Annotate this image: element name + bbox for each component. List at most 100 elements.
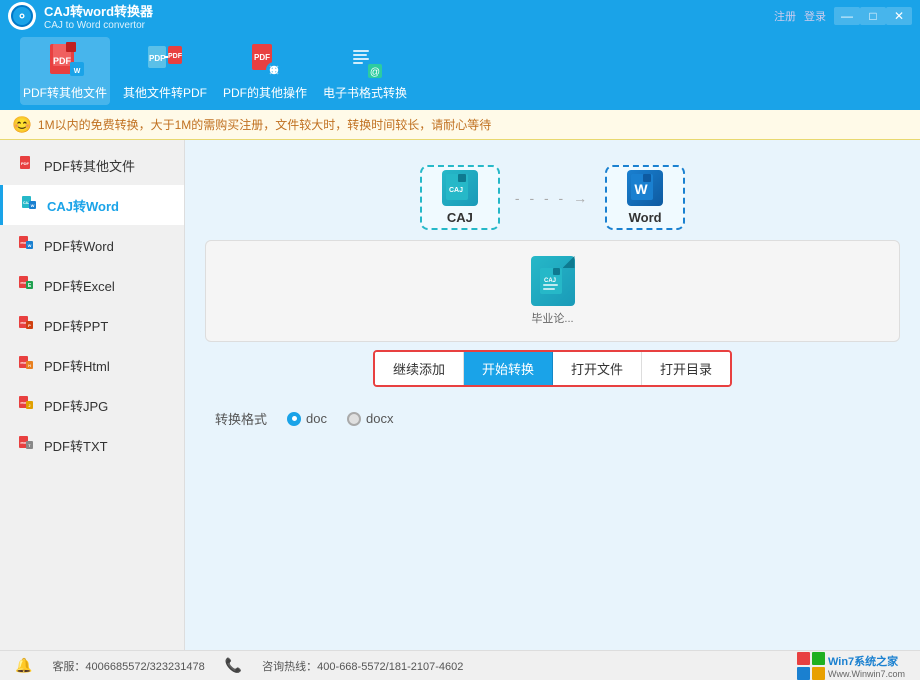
sidebar-icon-pdf-other: PDF bbox=[16, 155, 36, 175]
format-doc-radio[interactable] bbox=[287, 412, 301, 426]
register-link[interactable]: 注册 bbox=[774, 8, 796, 24]
footer-icon-bell: 🔔 bbox=[15, 657, 32, 674]
svg-text:PDF: PDF bbox=[168, 53, 183, 60]
minimize-button[interactable]: — bbox=[834, 7, 860, 25]
svg-text:PDF: PDF bbox=[21, 321, 27, 325]
format-doc-option[interactable]: doc bbox=[287, 411, 327, 426]
toolbar-other-pdf-label: 其他文件转PDF bbox=[123, 84, 207, 101]
footer-hotline: 咨询热线：400-668-5572/181-2107-4602 bbox=[262, 658, 463, 674]
sidebar-label-pdf-ppt: PDF转PPT bbox=[44, 316, 108, 335]
file-drop-area[interactable]: CAJ 毕业论... bbox=[205, 240, 900, 342]
notice-icon: 😊 bbox=[12, 115, 32, 135]
svg-text:W: W bbox=[74, 68, 81, 75]
toolbar-ebook[interactable]: @ @ 电子书格式转换 bbox=[320, 37, 410, 105]
sidebar-item-pdf-excel[interactable]: PDFE PDF转Excel bbox=[0, 265, 184, 305]
svg-text:W: W bbox=[28, 243, 32, 248]
format-select-row: 转换格式 doc docx bbox=[215, 409, 900, 428]
main-area: PDF PDF转其他文件 CAJW CAJ转Word PDFW PDF转Word… bbox=[0, 140, 920, 650]
open-file-button[interactable]: 打开文件 bbox=[553, 352, 642, 385]
file-name-label: 毕业论... bbox=[531, 310, 573, 326]
target-label: Word bbox=[629, 210, 662, 225]
open-dir-button[interactable]: 打开目录 bbox=[642, 352, 730, 385]
sidebar-icon-caj-word: CAJW bbox=[19, 195, 39, 215]
sidebar-item-pdf-word[interactable]: PDFW PDF转Word bbox=[0, 225, 184, 265]
sidebar-icon-pdf-ppt: PDFP bbox=[16, 315, 36, 335]
footer-icon-phone: 📞 bbox=[225, 657, 242, 674]
sidebar-label-pdf-word: PDF转Word bbox=[44, 236, 114, 255]
source-format-box: CAJ CAJ bbox=[420, 165, 500, 230]
conversion-diagram: CAJ CAJ - - - - → W Word bbox=[205, 165, 900, 230]
sidebar-icon-pdf-excel: PDFE bbox=[16, 275, 36, 295]
sidebar-label-pdf-jpg: PDF转JPG bbox=[44, 396, 108, 415]
sidebar-label-caj-word: CAJ转Word bbox=[47, 196, 119, 215]
sidebar-item-pdf-html[interactable]: PDFH PDF转Html bbox=[0, 345, 184, 385]
content-panel: CAJ CAJ - - - - → W Word bbox=[185, 140, 920, 650]
maximize-button[interactable]: □ bbox=[860, 7, 886, 25]
titlebar: CAJ转word转换器 CAJ to Word convertor 注册 登录 … bbox=[0, 0, 920, 32]
sidebar-item-pdf-other[interactable]: PDF PDF转其他文件 bbox=[0, 145, 184, 185]
footer-bar: 🔔 客服：4006685572/323231478 📞 咨询热线：400-668… bbox=[0, 650, 920, 680]
svg-text:J: J bbox=[29, 404, 31, 408]
file-icon: CAJ bbox=[531, 256, 575, 306]
file-fold bbox=[563, 256, 575, 268]
app-title-block: CAJ转word转换器 CAJ to Word convertor bbox=[44, 1, 774, 31]
logo-inner bbox=[11, 5, 33, 27]
target-format-box: W Word bbox=[605, 165, 685, 230]
sidebar-item-caj-word[interactable]: CAJW CAJ转Word bbox=[0, 185, 184, 225]
svg-text:CAJ: CAJ bbox=[543, 278, 555, 284]
toolbar-ebook-label: 电子书格式转换 bbox=[323, 84, 407, 101]
brand-name: Win7系统之家 bbox=[828, 653, 905, 669]
app-subname: CAJ to Word convertor bbox=[44, 20, 774, 31]
app-name: CAJ转word转换器 bbox=[44, 1, 774, 20]
format-docx-label: docx bbox=[366, 411, 393, 426]
start-convert-button[interactable]: 开始转换 bbox=[464, 352, 553, 385]
main-toolbar: PDF W PDF转其他文件 PDF PDF 其他文件转PDF PDF bbox=[0, 32, 920, 110]
login-link[interactable]: 登录 bbox=[804, 8, 826, 24]
svg-text:P: P bbox=[28, 323, 31, 328]
svg-text:PDF: PDF bbox=[21, 401, 27, 405]
sidebar: PDF PDF转其他文件 CAJW CAJ转Word PDFW PDF转Word… bbox=[0, 140, 185, 650]
ebook-icon-box: @ @ bbox=[345, 42, 385, 80]
win7-icon bbox=[797, 652, 825, 680]
file-item: CAJ 毕业论... bbox=[531, 256, 575, 326]
add-more-button[interactable]: 继续添加 bbox=[375, 352, 464, 385]
brand-logo: Win7系统之家 Www.Winwin7.com bbox=[797, 652, 905, 680]
svg-text:PDF: PDF bbox=[254, 53, 270, 62]
notice-text: 1M以内的免费转换，大于1M的需购买注册，文件较大时，转换时间较长，请耐心等待 bbox=[38, 116, 491, 133]
svg-text:PDF: PDF bbox=[21, 361, 27, 365]
footer-service: 客服：4006685572/323231478 bbox=[52, 658, 204, 674]
brand-website: Www.Winwin7.com bbox=[828, 669, 905, 679]
sidebar-icon-pdf-html: PDFH bbox=[16, 355, 36, 375]
app-logo bbox=[8, 2, 36, 30]
action-bar: 继续添加 开始转换 打开文件 打开目录 bbox=[373, 350, 732, 387]
sidebar-label-pdf-excel: PDF转Excel bbox=[44, 276, 115, 295]
svg-text:W: W bbox=[635, 181, 649, 197]
format-docx-option[interactable]: docx bbox=[347, 411, 393, 426]
pdf-ops-icon-box: PDF bbox=[245, 42, 285, 80]
format-docx-radio[interactable] bbox=[347, 412, 361, 426]
toolbar-pdf-ops[interactable]: PDF PDF的其他操作 bbox=[220, 37, 310, 105]
sidebar-icon-pdf-txt: PDFT bbox=[16, 435, 36, 455]
conversion-arrow: - - - - → bbox=[515, 190, 590, 206]
svg-text:PDF: PDF bbox=[53, 56, 72, 66]
svg-text:PDF: PDF bbox=[21, 281, 27, 285]
svg-text:CAJ: CAJ bbox=[23, 201, 30, 205]
svg-text:PDF: PDF bbox=[21, 241, 27, 245]
close-button[interactable]: ✕ bbox=[886, 7, 912, 25]
sidebar-item-pdf-jpg[interactable]: PDFJ PDF转JPG bbox=[0, 385, 184, 425]
toolbar-other-to-pdf[interactable]: PDF PDF 其他文件转PDF bbox=[120, 37, 210, 105]
word-icon: W bbox=[627, 170, 663, 206]
sidebar-item-pdf-ppt[interactable]: PDFP PDF转PPT bbox=[0, 305, 184, 345]
format-doc-label: doc bbox=[306, 411, 327, 426]
toolbar-pdf-other-label: PDF转其他文件 bbox=[23, 84, 107, 101]
svg-text:PDF: PDF bbox=[21, 441, 27, 445]
sidebar-item-pdf-txt[interactable]: PDFT PDF转TXT bbox=[0, 425, 184, 465]
pdf-other-icon-box: PDF W bbox=[45, 42, 85, 80]
svg-text:@: @ bbox=[370, 67, 380, 78]
toolbar-pdf-to-other[interactable]: PDF W PDF转其他文件 bbox=[20, 37, 110, 105]
svg-text:PDF: PDF bbox=[149, 54, 165, 63]
notice-bar: 😊 1M以内的免费转换，大于1M的需购买注册，文件较大时，转换时间较长，请耐心等… bbox=[0, 110, 920, 140]
sidebar-label-pdf-txt: PDF转TXT bbox=[44, 436, 108, 455]
sidebar-icon-pdf-word: PDFW bbox=[16, 235, 36, 255]
format-label: 转换格式 bbox=[215, 409, 267, 428]
